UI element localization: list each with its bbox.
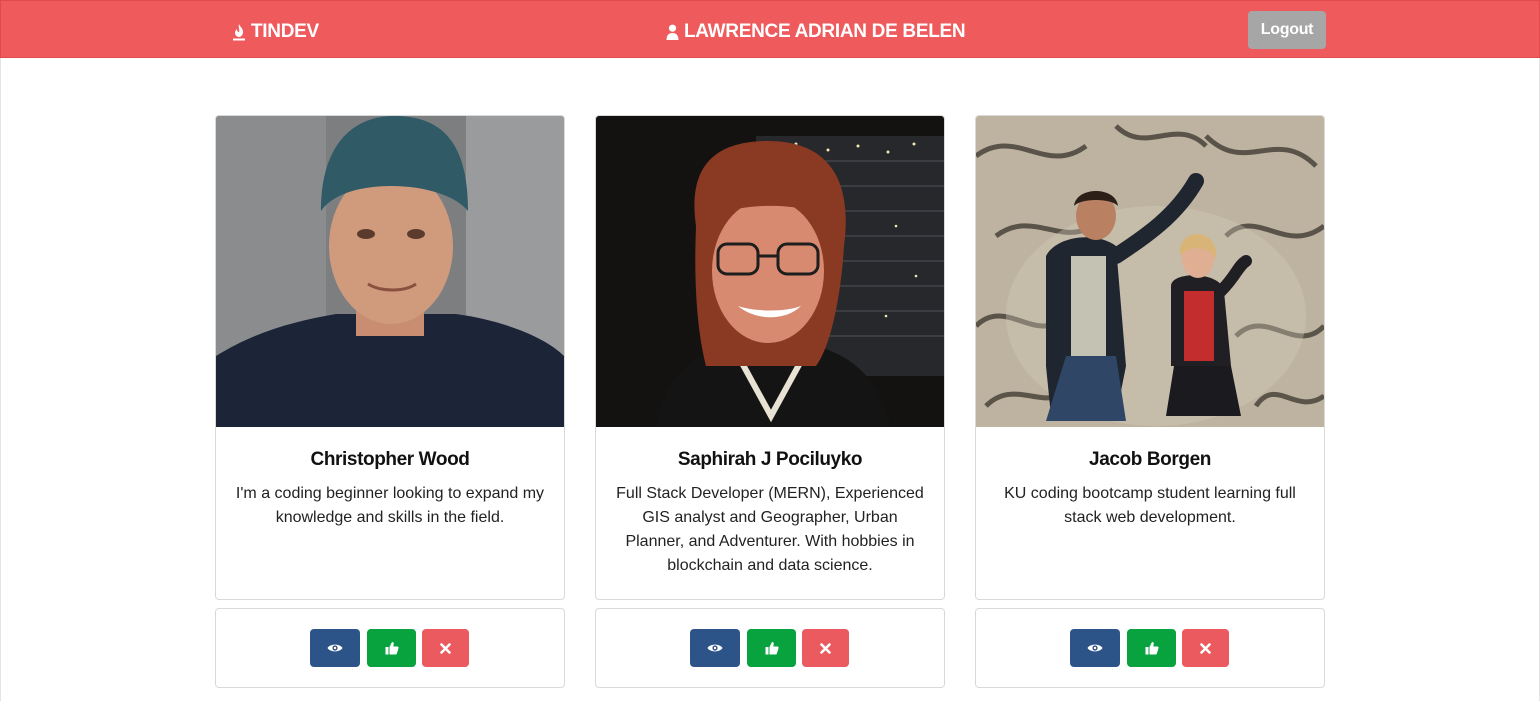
pass-button[interactable] — [802, 629, 849, 667]
user-name: LAWRENCE ADRIAN DE BELEN — [684, 21, 966, 42]
profile-name: Jacob Borgen — [1089, 449, 1211, 470]
eye-icon — [707, 644, 723, 652]
like-button[interactable] — [1127, 629, 1176, 667]
like-button[interactable] — [367, 629, 416, 667]
profile-card: Jacob Borgen KU coding bootcamp student … — [975, 115, 1325, 600]
view-profile-button[interactable] — [1070, 629, 1120, 667]
fire-icon — [233, 24, 245, 41]
pass-button[interactable] — [1182, 629, 1229, 667]
profile-name: Saphirah J Pociluyko — [677, 449, 863, 470]
profile-bio: KU coding bootcamp student learning full… — [1004, 485, 1296, 526]
brand-label: TINDEV — [251, 21, 319, 42]
pass-button[interactable] — [422, 629, 469, 667]
profile-photo — [216, 116, 564, 427]
profile-bio: Full Stack Developer (MERN), Experienced… — [616, 485, 924, 574]
profile-actions — [215, 608, 565, 688]
navbar: TINDEV LAWRENCE ADRIAN DE BELEN Logout — [0, 0, 1540, 58]
profile-actions — [975, 608, 1325, 688]
like-button[interactable] — [747, 629, 796, 667]
profile-actions — [595, 608, 945, 688]
current-user: LAWRENCE ADRIAN DE BELEN — [666, 20, 966, 44]
logout-button[interactable]: Logout — [1248, 11, 1326, 49]
profile-card: Saphirah J Pociluyko Full Stack Develope… — [595, 115, 945, 600]
close-icon — [440, 642, 451, 654]
view-profile-button[interactable] — [690, 629, 740, 667]
thumbs-up-icon — [385, 642, 399, 655]
profile-bio: I'm a coding beginner looking to expand … — [235, 485, 545, 526]
user-icon — [666, 24, 679, 40]
profile-name: Christopher Wood — [310, 449, 470, 470]
thumbs-up-icon — [1145, 642, 1159, 655]
view-profile-button[interactable] — [310, 629, 360, 667]
eye-icon — [1087, 644, 1103, 652]
eye-icon — [327, 644, 343, 652]
profile-card: Christopher Wood I'm a coding beginner l… — [215, 115, 565, 600]
close-icon — [820, 642, 831, 654]
close-icon — [1200, 642, 1211, 654]
page-border-left — [0, 58, 1, 701]
profile-photo — [596, 116, 944, 427]
profile-photo — [976, 116, 1324, 427]
brand-link[interactable]: TINDEV — [232, 20, 319, 44]
thumbs-up-icon — [765, 642, 779, 655]
